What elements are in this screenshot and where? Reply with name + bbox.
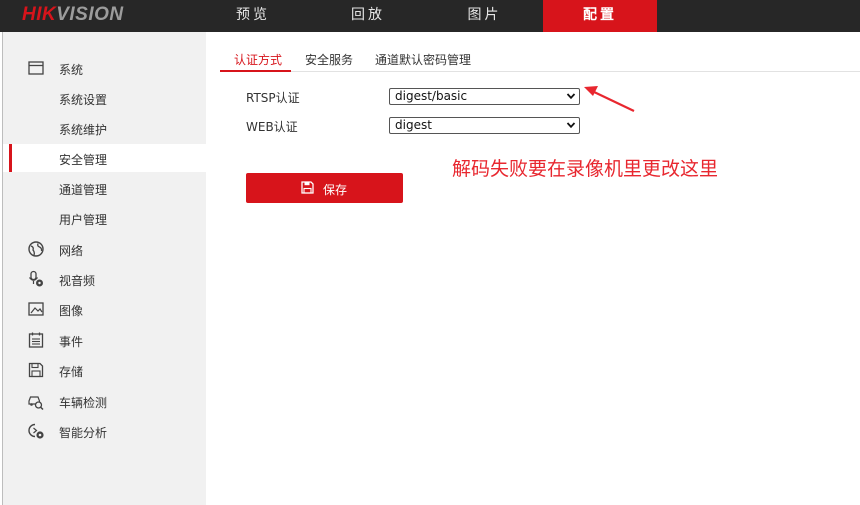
save-button-label: 保存 [323,183,348,197]
nav-picture[interactable]: 图片 [426,0,543,32]
sidebar-item-system-maintenance[interactable]: 系统维护 [3,114,206,142]
nav-configuration[interactable]: 配置 [543,0,657,32]
sidebar-group-video-audio[interactable]: 视音频 [3,265,206,293]
sidebar-group-label: 图像 [59,304,84,318]
sidebar-group-storage[interactable]: 存储 [3,356,206,384]
sidebar-group-image[interactable]: 图像 [3,295,206,323]
save-button[interactable]: 保存 [246,173,403,203]
sidebar-item-label: 系统设置 [59,93,108,107]
active-indicator [9,144,12,172]
web-auth-value: digest [395,118,432,132]
sidebar-item-user-management[interactable]: 用户管理 [3,204,206,232]
image-icon [28,302,44,316]
sidebar-item-label: 通道管理 [59,183,108,197]
rtsp-auth-select[interactable]: digest/basic [389,88,580,105]
chevron-down-icon [566,93,576,100]
sidebar-group-label: 网络 [59,244,84,258]
sidebar-group-smart-analysis[interactable]: 智能分析 [3,417,206,445]
sidebar-group-label: 事件 [59,335,84,349]
sidebar-group-label: 车辆检测 [59,396,108,410]
sidebar-group-label: 系统 [59,63,84,77]
sidebar-item-system-settings[interactable]: 系统设置 [3,84,206,112]
smart-analysis-icon [28,423,44,439]
sidebar-group-label: 智能分析 [59,426,108,440]
tab-active-underline [220,70,291,72]
rtsp-auth-label: RTSP认证 [246,91,300,105]
chevron-down-icon [566,122,576,129]
tab-divider [220,71,860,72]
globe-icon [28,241,44,257]
top-nav-bar: HIKVISION 预览 回放 图片 配置 [0,0,860,32]
sidebar-item-label: 系统维护 [59,123,108,137]
sidebar-item-label: 安全管理 [59,153,108,167]
calendar-icon [28,332,44,348]
window-icon [28,61,44,75]
sidebar-group-label: 存储 [59,365,84,379]
floppy-disk-icon [28,362,44,378]
sidebar-group-system[interactable]: 系统 [3,54,206,82]
nav-playback[interactable]: 回放 [310,0,426,32]
rtsp-auth-value: digest/basic [395,89,468,103]
save-icon [301,181,314,194]
sidebar: 系统 系统设置 系统维护 安全管理 通道管理 用户管理 网络 视音频 图像 事件… [3,32,206,505]
sidebar-item-channel-management[interactable]: 通道管理 [3,174,206,202]
sidebar-group-vehicle-detection[interactable]: 车辆检测 [3,387,206,415]
sidebar-group-network[interactable]: 网络 [3,235,206,263]
tab-security-service[interactable]: 安全服务 [305,51,353,68]
sidebar-item-label: 用户管理 [59,213,108,227]
hikvision-logo: HIKVISION [22,4,124,26]
web-auth-select[interactable]: digest [389,117,580,134]
tab-authentication[interactable]: 认证方式 [234,51,282,68]
annotation-arrow-icon [584,86,635,112]
sidebar-group-label: 视音频 [59,274,96,288]
annotation-text: 解码失败要在录像机里更改这里 [452,158,719,180]
web-auth-label: WEB认证 [246,120,298,134]
sidebar-group-event[interactable]: 事件 [3,326,206,354]
logo-text-red: HIK [22,4,57,25]
logo-text-grey: VISION [56,4,124,25]
microphone-gear-icon [29,270,43,287]
tab-channel-default-password[interactable]: 通道默认密码管理 [375,51,471,68]
nav-preview[interactable]: 预览 [196,0,310,32]
sidebar-item-security-management[interactable]: 安全管理 [3,144,206,172]
vehicle-search-icon [28,396,44,410]
